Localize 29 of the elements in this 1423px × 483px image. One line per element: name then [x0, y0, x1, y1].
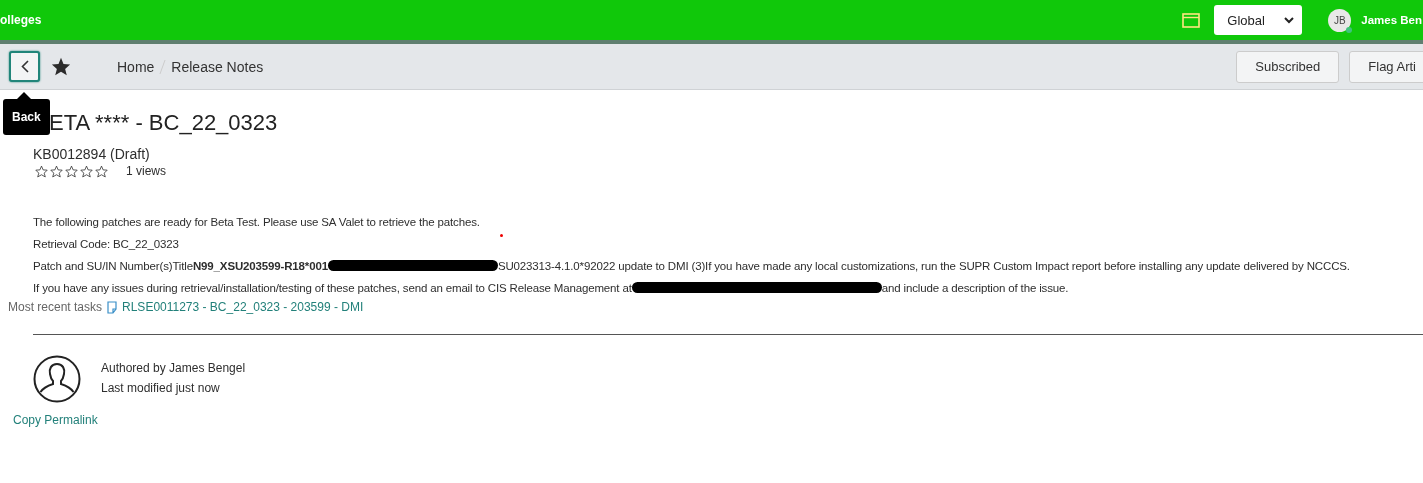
- back-button[interactable]: [9, 51, 40, 82]
- copy-permalink-link[interactable]: Copy Permalink: [13, 413, 1423, 427]
- back-tooltip: Back: [3, 99, 50, 135]
- article-text: and include a description of the issue.: [881, 282, 1069, 294]
- breadcrumb-link[interactable]: Home: [117, 58, 155, 75]
- article-text: If you have any issues during retrieval/installation/testing of these patches, send an email to CIS Release Management at: [33, 282, 632, 294]
- article-text: Retrieval Code: BC_22_0323: [33, 238, 179, 250]
- article-text: SU023313-4.1.0*92022 update to DMI (3)If you have made any local customizations, run the SUPR Custom Impact report before installing any update delivered by NCCCS.: [497, 260, 1350, 272]
- brand-name: olleges: [0, 13, 42, 27]
- user-avatar[interactable]: JB: [1328, 8, 1352, 32]
- scope-select[interactable]: Global: [1214, 5, 1303, 35]
- star-rating[interactable]: [35, 164, 108, 178]
- modified-text: Last modified just now: [101, 381, 221, 395]
- toolbar-button[interactable]: Flag Arti: [1349, 50, 1423, 83]
- article-number: KB0012894 (Draft): [33, 146, 151, 162]
- article-text: Patch and SU/IN Number(s)TitleN99_XSU203599-R18*001: [33, 260, 328, 272]
- star-icon[interactable]: [51, 57, 71, 76]
- breadcrumb-link[interactable]: Release Notes: [171, 58, 264, 75]
- tasks-label: Most recent tasks: [8, 300, 103, 314]
- article-title: ETA **** - BC_22_0323: [49, 110, 279, 136]
- chevron-down-icon: [1284, 16, 1295, 24]
- author-text: Authored by James Bengel: [101, 361, 246, 375]
- document-icon: [107, 300, 118, 314]
- toolbar-button[interactable]: Subscribed: [1236, 50, 1340, 83]
- task-link[interactable]: RLSE0011273 - BC_22_0323 - 203599 - DMI: [122, 300, 364, 314]
- chevron-left-icon: [20, 60, 29, 73]
- user-avatar-icon: [33, 355, 81, 403]
- view-count: 1 views: [126, 164, 166, 178]
- article-text: The following patches are ready for Beta Test. Please use SA Valet to retrieve the patches.: [33, 216, 480, 228]
